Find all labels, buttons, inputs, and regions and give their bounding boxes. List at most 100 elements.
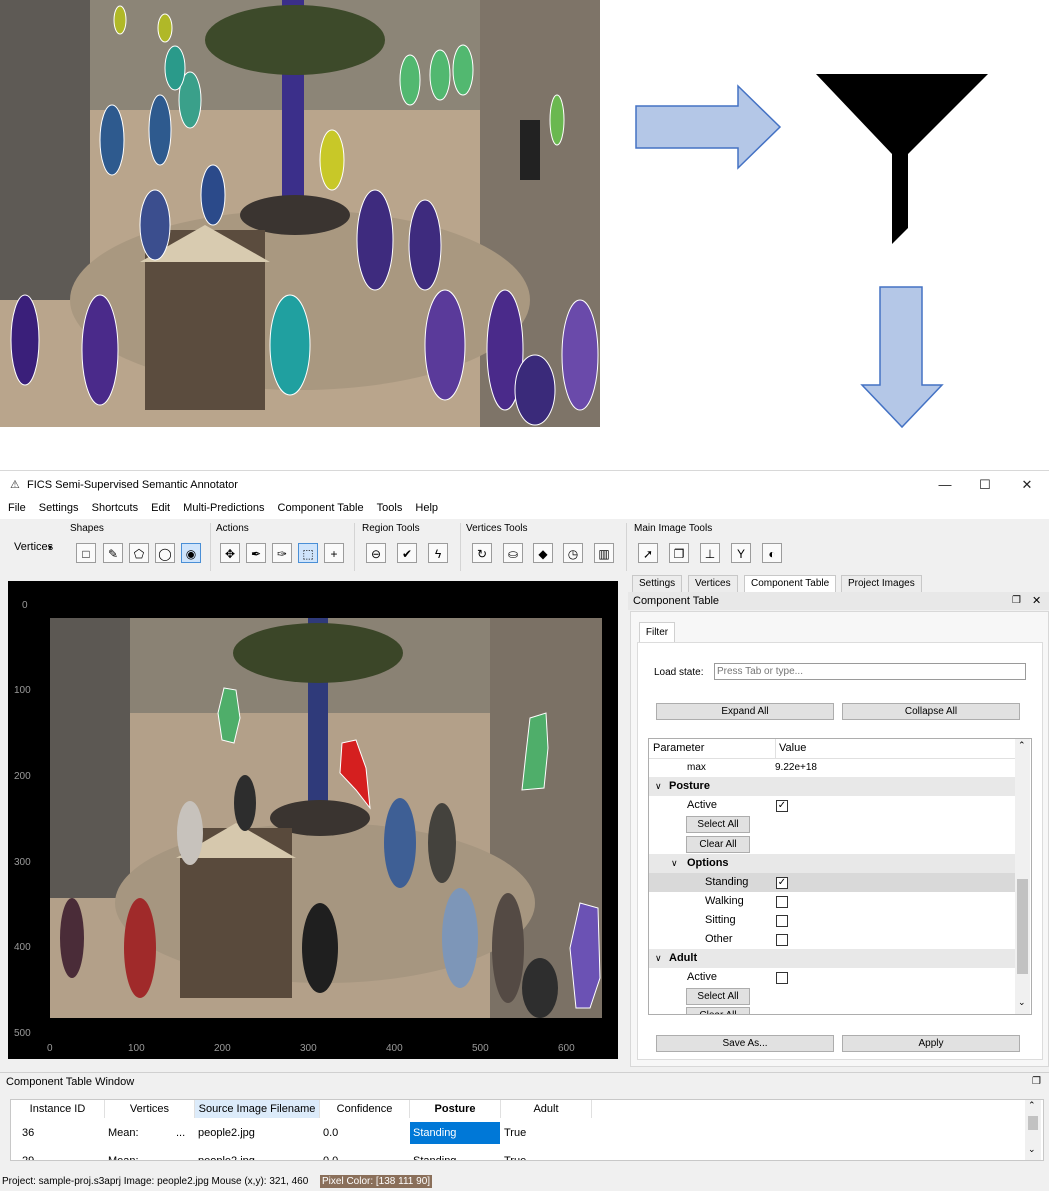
scroll-up-icon[interactable]: ⌃	[1028, 1100, 1036, 1111]
tab-filter[interactable]: Filter	[639, 622, 675, 643]
menu-tools[interactable]: Tools	[372, 499, 408, 517]
scroll-up-icon[interactable]: ⌃	[1018, 740, 1026, 751]
zoom-out-icon[interactable]: ⊖	[366, 543, 386, 563]
image-plot[interactable]: 0 100 200 300 400 500 0 100 200 300 400 …	[8, 581, 618, 1059]
point-icon[interactable]: ◉	[181, 543, 201, 563]
posture-label: Posture	[669, 780, 710, 792]
undo-icon[interactable]: ↻	[472, 543, 492, 563]
scroll-down-icon[interactable]: ⌄	[1028, 1144, 1036, 1155]
tree-row-posture[interactable]: ∨ Posture	[649, 777, 1015, 796]
col-confidence[interactable]: Confidence	[320, 1100, 410, 1118]
pen-add-icon[interactable]: ✒	[246, 543, 266, 563]
move-icon[interactable]: ✥	[220, 543, 240, 563]
col-instance-id[interactable]: Instance ID	[11, 1100, 105, 1118]
table-row[interactable]: 36 Mean: ... people2.jpg 0.0 Standing Tr…	[11, 1122, 593, 1144]
close-panel-icon[interactable]: ✕	[1032, 592, 1041, 610]
posture-clear-all-button[interactable]: Clear All	[686, 836, 750, 853]
menu-settings[interactable]: Settings	[34, 499, 84, 517]
crosshair-icon[interactable]: ⊥	[700, 543, 720, 563]
close-button[interactable]: ✕	[1012, 475, 1042, 495]
col-posture[interactable]: Posture	[410, 1100, 501, 1118]
component-table-title: Component Table	[633, 595, 720, 607]
cell-source-image: people2.jpg	[198, 1127, 255, 1139]
load-state-input[interactable]	[714, 663, 1026, 680]
right-panel: Settings Vertices Component Table Projec…	[628, 575, 1049, 1069]
table-scrollbar[interactable]: ⌃ ⌄	[1025, 1100, 1041, 1160]
plus-icon[interactable]: +	[324, 543, 344, 563]
title-bar: ⚠ FICS Semi-Supervised Semantic Annotato…	[0, 471, 1049, 499]
adult-active-checkbox[interactable]	[776, 972, 788, 984]
tab-project-images[interactable]: Project Images	[841, 575, 922, 592]
fill-bucket-icon[interactable]: ⛀	[503, 543, 523, 563]
histogram-icon[interactable]: ▥	[594, 543, 614, 563]
tab-component-table[interactable]: Component Table	[744, 575, 837, 592]
adult-clear-all-button[interactable]: Clear All	[686, 1007, 750, 1014]
expand-all-button[interactable]: Expand All	[656, 703, 834, 720]
posture-active-label: Active	[687, 799, 717, 811]
menu-shortcuts[interactable]: Shortcuts	[87, 499, 143, 517]
eraser-icon[interactable]: ◆	[533, 543, 553, 563]
standing-checkbox[interactable]: ✓	[776, 877, 788, 889]
arrow-down-icon	[858, 285, 946, 434]
max-label: max	[687, 762, 706, 773]
rectangle-icon[interactable]: □	[76, 543, 96, 563]
save-as-button[interactable]: Save As...	[656, 1035, 834, 1052]
col-vertices[interactable]: Vertices	[105, 1100, 195, 1118]
lightning-icon[interactable]: ϟ	[428, 543, 448, 563]
region-tools-group-title: Region Tools	[362, 523, 420, 534]
tab-vertices[interactable]: Vertices	[688, 575, 738, 592]
float-icon[interactable]: ❐	[1032, 1073, 1041, 1091]
select-box-icon[interactable]: ⬚	[298, 543, 318, 563]
chevron-down-icon[interactable]: ∨	[655, 949, 662, 968]
table-scrollbar-thumb[interactable]	[1028, 1116, 1038, 1130]
x-tick-0: 0	[47, 1043, 53, 1054]
tree-header: Parameter Value	[649, 739, 1015, 759]
col-source-image[interactable]: Source Image Filename	[195, 1100, 320, 1118]
float-icon[interactable]: ❐	[1012, 592, 1021, 610]
region-tools-group: Region Tools ⊖ ✔ ϟ	[358, 523, 461, 571]
ellipse-icon[interactable]: ◯	[155, 543, 175, 563]
copy-pages-icon[interactable]: ❐	[669, 543, 689, 563]
pencil-icon[interactable]: ✎	[103, 543, 123, 563]
filter-icon[interactable]: Y	[731, 543, 751, 563]
menu-help[interactable]: Help	[410, 499, 443, 517]
tree-scrollbar-thumb[interactable]	[1017, 879, 1028, 974]
filter-pane: Filter Load state: Expand All Collapse A…	[630, 611, 1049, 1067]
pen-remove-icon[interactable]: ✑	[272, 543, 292, 563]
cursor-select-icon[interactable]: ➚	[638, 543, 658, 563]
apply-button[interactable]: Apply	[842, 1035, 1020, 1052]
tree-scrollbar[interactable]: ⌃ ⌄	[1015, 739, 1030, 1014]
maximize-button[interactable]: ☐	[970, 475, 1000, 495]
component-table-window: Instance ID Vertices Source Image Filena…	[10, 1099, 1044, 1161]
minimize-button[interactable]: —	[930, 475, 960, 495]
main-image[interactable]	[50, 618, 602, 1018]
ctw-title: Component Table Window	[6, 1076, 135, 1088]
cell-ellipsis: ...	[176, 1127, 186, 1139]
posture-active-checkbox[interactable]: ✓	[776, 800, 788, 812]
x-tick-400: 400	[386, 1043, 403, 1054]
menu-multi-predictions[interactable]: Multi-Predictions	[178, 499, 269, 517]
chevron-down-icon[interactable]: ∨	[655, 777, 662, 796]
chevron-down-icon[interactable]: ∨	[671, 854, 678, 873]
adult-select-all-button[interactable]: Select All	[686, 988, 750, 1005]
walking-checkbox[interactable]	[776, 896, 788, 908]
menu-component-table[interactable]: Component Table	[273, 499, 369, 517]
check-icon[interactable]: ✔	[397, 543, 417, 563]
menu-file[interactable]: File	[0, 499, 31, 517]
col-value: Value	[779, 742, 807, 754]
other-checkbox[interactable]	[776, 934, 788, 946]
tab-settings[interactable]: Settings	[632, 575, 683, 592]
sitting-checkbox[interactable]	[776, 915, 788, 927]
tree-row-adult-clear-all: Clear All	[649, 1006, 1015, 1014]
collapse-all-button[interactable]: Collapse All	[842, 703, 1020, 720]
history-icon[interactable]: ◷	[563, 543, 583, 563]
posture-select-all-button[interactable]: Select All	[686, 816, 750, 833]
color-picker-icon[interactable]: ◐	[762, 543, 782, 563]
scroll-down-icon[interactable]: ⌄	[1018, 997, 1026, 1008]
menu-edit[interactable]: Edit	[146, 499, 175, 517]
polygon-icon[interactable]: ⬠	[129, 543, 149, 563]
tree-row-options[interactable]: ∨ Options	[649, 854, 1015, 873]
table-row[interactable]: 29 Mean: people2.jpg 0.0 Standing True	[11, 1150, 593, 1160]
col-adult[interactable]: Adult	[501, 1100, 592, 1118]
tree-row-adult[interactable]: ∨ Adult	[649, 949, 1015, 968]
